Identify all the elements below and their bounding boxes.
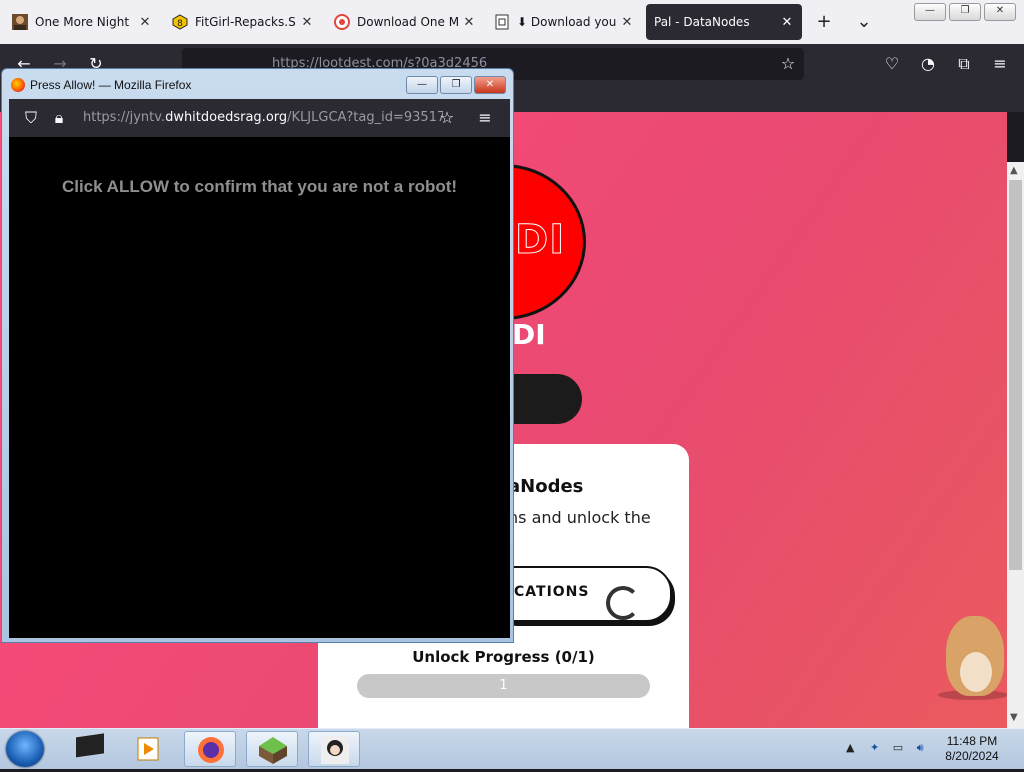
tab-bar: One More Night + ✕ 8 FitGirl-Repacks.Sit…: [0, 0, 1024, 44]
progress-text: 1: [499, 678, 508, 693]
popup-content: Click ALLOW to confirm that you are not …: [9, 137, 510, 638]
avatar-icon: [12, 14, 28, 30]
url-prefix: https://jyntv.: [83, 110, 166, 125]
lock-icon[interactable]: 🔒︎: [49, 108, 69, 128]
card-description: ns and unlock the: [508, 508, 651, 527]
firefox-icon[interactable]: [184, 731, 236, 767]
notifications-button[interactable]: CATIONS: [488, 566, 672, 622]
account-icon[interactable]: ◔: [918, 54, 938, 74]
firefox-icon: [11, 78, 25, 92]
tab-download-your-file[interactable]: ⬇ Download your fi ✕: [486, 4, 642, 40]
page-icon: [494, 14, 510, 30]
close-tab-icon[interactable]: ✕: [138, 15, 152, 30]
popup-window: Press Allow! — Mozilla Firefox — ❐ ✕ ⛉ 🔒…: [1, 68, 514, 643]
tab-datanodes[interactable]: Pal - DataNodes ✕: [646, 4, 802, 40]
robot-check-message: Click ALLOW to confirm that you are not …: [61, 177, 458, 196]
close-button[interactable]: ✕: [984, 3, 1016, 21]
tab-label: FitGirl-Repacks.Site: [195, 15, 296, 29]
tab-download-one-more[interactable]: Download One Mo ✕: [326, 4, 484, 40]
popup-title: Press Allow! — Mozilla Firefox: [30, 78, 192, 92]
fitgirl-icon: 8: [172, 14, 188, 30]
clock-time: 11:48 PM: [946, 734, 998, 748]
start-button[interactable]: [6, 731, 44, 767]
tab-list-button[interactable]: ⌄: [850, 8, 878, 36]
brand-name: DI: [512, 318, 546, 351]
menu-icon[interactable]: ≡: [475, 108, 495, 128]
scroll-thumb[interactable]: [1009, 180, 1022, 570]
pocket-icon[interactable]: ♡: [882, 54, 902, 74]
close-tab-icon[interactable]: ✕: [780, 15, 794, 30]
popup-restore-button[interactable]: ❐: [440, 76, 472, 94]
clock-date: 8/20/2024: [945, 749, 999, 763]
minimize-button[interactable]: —: [914, 3, 946, 21]
shield-icon[interactable]: ⛉: [21, 108, 41, 128]
volume-icon[interactable]: 🔊︎: [917, 741, 924, 754]
hamster-sticker: [938, 606, 1007, 702]
hamster-belly: [960, 652, 992, 692]
svg-text:8: 8: [177, 19, 183, 29]
close-tab-icon[interactable]: ✕: [620, 15, 634, 30]
notifications-button-label: CATIONS: [514, 584, 590, 600]
tab-label: Download One Mo: [357, 15, 458, 29]
system-tray: ▲ ✦ ▭ 🔊︎: [846, 741, 924, 755]
popup-window-controls: — ❐ ✕: [406, 76, 506, 94]
tab-label: ⬇ Download your fi: [517, 15, 616, 29]
popup-url-bar[interactable]: ⛉ 🔒︎ https://jyntv.dwhitdoedsrag.org/KLJ…: [9, 99, 510, 137]
url-suffix: /KLJLGCA?tag_id=935173: [287, 110, 443, 125]
card-title: aNodes: [508, 476, 584, 497]
extensions-icon[interactable]: ⧉: [954, 54, 974, 74]
unlock-progress-bar: 1: [357, 674, 650, 698]
clock[interactable]: 11:48 PM 8/20/2024: [932, 734, 1012, 764]
bookmark-star-icon[interactable]: ☆: [778, 54, 798, 74]
bookmark-star-icon[interactable]: ☆: [437, 108, 457, 128]
progress-label: Unlock Progress (0/1): [412, 648, 595, 666]
page-scrollbar[interactable]: ▲ ▼: [1007, 162, 1024, 728]
close-tab-icon[interactable]: ✕: [462, 15, 476, 30]
download-icon: [334, 14, 350, 30]
vlc-icon[interactable]: [122, 731, 174, 767]
popup-url[interactable]: https://jyntv.dwhitdoedsrag.org/KLJLGCA?…: [83, 110, 443, 125]
tab-one-more-night[interactable]: One More Night + ✕: [4, 4, 160, 40]
loading-spinner-icon: [606, 586, 640, 620]
popup-close-button[interactable]: ✕: [474, 76, 506, 94]
popup-minimize-button[interactable]: —: [406, 76, 438, 94]
tab-label: One More Night +: [35, 15, 134, 29]
scroll-down-icon[interactable]: ▼: [1010, 712, 1018, 723]
show-hidden-icons-icon[interactable]: ▲: [846, 741, 854, 754]
url-domain: dwhitdoedsrag.org: [165, 110, 288, 125]
taskbar: ▲ ✦ ▭ 🔊︎ 11:48 PM 8/20/2024: [0, 728, 1024, 769]
logo-text: DI: [514, 217, 566, 264]
menu-icon[interactable]: ≡: [990, 54, 1010, 74]
media-player-icon[interactable]: [64, 731, 116, 767]
minecraft-icon[interactable]: [246, 731, 298, 767]
scroll-up-icon[interactable]: ▲: [1010, 165, 1018, 176]
tab-label: Pal - DataNodes: [654, 15, 750, 29]
window-controls: — ❐ ✕: [914, 3, 1016, 21]
bluetooth-icon[interactable]: ✦: [870, 741, 879, 754]
anime-app-icon[interactable]: [308, 731, 360, 767]
close-tab-icon[interactable]: ✕: [300, 15, 314, 30]
tab-fitgirl[interactable]: 8 FitGirl-Repacks.Site ✕: [164, 4, 322, 40]
display-icon[interactable]: ▭: [893, 741, 903, 754]
restore-button[interactable]: ❐: [949, 3, 981, 21]
new-tab-button[interactable]: +: [810, 8, 838, 36]
